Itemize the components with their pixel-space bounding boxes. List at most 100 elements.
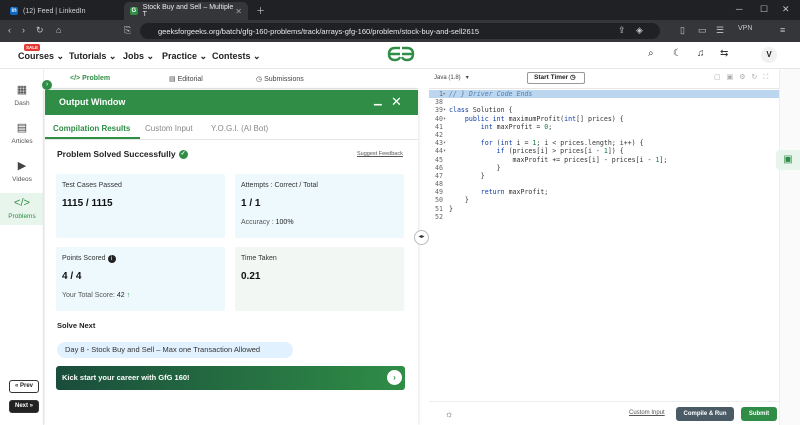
- rail-item-problems[interactable]: </> Problems: [0, 193, 44, 225]
- theme-toggle-icon[interactable]: ☾: [673, 48, 682, 59]
- submit-button[interactable]: Submit: [741, 407, 777, 421]
- menu-icon[interactable]: ≡: [780, 25, 785, 35]
- gfg-logo[interactable]: [386, 45, 416, 63]
- resize-handle[interactable]: ◂▸: [414, 230, 429, 245]
- line-number: 39: [435, 106, 443, 115]
- nav-tutorials[interactable]: Tutorials ⌄: [69, 51, 116, 62]
- extensions-icon[interactable]: ☰: [716, 25, 724, 36]
- next-button[interactable]: Next »: [9, 400, 39, 413]
- code-line[interactable]: 42: [429, 131, 779, 139]
- fold-icon[interactable]: ▾: [443, 106, 448, 114]
- nav-practice[interactable]: Practice ⌄: [162, 51, 207, 62]
- code-line[interactable]: 39 ▾ class Solution {: [429, 106, 779, 114]
- close-tab-icon[interactable]: ✕: [235, 7, 242, 16]
- code-line[interactable]: 45 maxProfit += prices[i] - prices[i - 1…: [429, 156, 779, 164]
- output-window-title: Output Window: [59, 97, 126, 107]
- notification-icon[interactable]: ♫: [697, 48, 705, 59]
- code-text: public int maximumProfit(int[] prices) {: [464, 114, 624, 123]
- code-line[interactable]: 40 ▾ public int maximumProfit(int[] price…: [429, 115, 779, 123]
- code-line[interactable]: 50 }: [429, 196, 779, 204]
- home-icon[interactable]: ⌂: [56, 25, 61, 35]
- fold-icon[interactable]: ▾: [443, 115, 448, 123]
- rail-item-articles[interactable]: ▤ Articles: [0, 121, 44, 151]
- code-line[interactable]: 49 return maxProfit;: [429, 188, 779, 196]
- time-label: Time Taken: [241, 255, 277, 262]
- tab-gfg[interactable]: G Stock Buy and Sell – Multiple T ✕: [124, 2, 248, 20]
- forward-icon[interactable]: ›: [22, 25, 25, 35]
- code-area[interactable]: 1 ▸// } Driver Code Ends 38 39 ▾ class Soluti…: [429, 90, 779, 221]
- code-line[interactable]: 46 }: [429, 164, 779, 172]
- start-timer-button[interactable]: Start Timer ◷: [527, 72, 585, 84]
- tab-yogi-ai-bot[interactable]: Y.O.G.I. (AI Bot): [211, 124, 268, 133]
- code-line[interactable]: 38: [429, 98, 779, 106]
- nav-courses[interactable]: Courses ⌄: [18, 51, 64, 62]
- minimize-icon[interactable]: ─: [736, 4, 742, 14]
- line-number: 44: [435, 147, 443, 156]
- code-line[interactable]: 43 ▾ for (int i = 1; i < prices.length; i…: [429, 139, 779, 147]
- search-icon[interactable]: ⌕: [648, 48, 654, 59]
- code-text: }: [449, 171, 485, 180]
- next-problem-link[interactable]: Day 8 - Stock Buy and Sell – Max one Tra…: [57, 342, 293, 358]
- custom-input-link[interactable]: Custom Input: [629, 410, 665, 416]
- fold-icon[interactable]: ▸: [443, 90, 448, 98]
- points-label: Points Scored i: [62, 255, 116, 263]
- dashboard-icon: ▦: [16, 84, 28, 96]
- code-line[interactable]: 51}: [429, 205, 779, 213]
- tab-editorial[interactable]: ▤ Editorial: [169, 75, 203, 83]
- code-line[interactable]: 1 ▸// } Driver Code Ends: [429, 90, 779, 99]
- editor-action-icons[interactable]: ▢▣⚙↻⛶: [714, 73, 774, 82]
- code-text: if (prices[i] > prices[i - 1]) {: [496, 147, 624, 156]
- avatar[interactable]: V: [761, 47, 777, 63]
- rail-label: Problems: [8, 213, 36, 220]
- tab-linkedin[interactable]: in (12) Feed | LinkedIn: [4, 2, 122, 20]
- status-heading: Problem Solved Successfully ✓: [57, 149, 188, 160]
- close-output-icon[interactable]: ✕: [391, 94, 402, 110]
- bookmark-icon[interactable]: ⎘: [124, 25, 131, 36]
- nav-contests[interactable]: Contests ⌄: [212, 51, 261, 62]
- close-window-icon[interactable]: ✕: [782, 4, 790, 15]
- rail-item-dash[interactable]: ▦ Dash: [0, 83, 44, 113]
- wallet-icon[interactable]: ▭: [698, 25, 707, 36]
- code-line[interactable]: 48: [429, 180, 779, 188]
- rail-label: Dash: [14, 100, 30, 107]
- sun-icon[interactable]: ☼: [445, 409, 453, 419]
- tab-submissions[interactable]: ◷ Submissions: [256, 75, 304, 83]
- vpn-label[interactable]: VPN: [738, 25, 752, 32]
- solve-next-heading: Solve Next: [57, 321, 96, 330]
- nav-jobs[interactable]: Jobs ⌄: [123, 51, 154, 62]
- chat-icon[interactable]: ▣: [776, 150, 800, 170]
- fold-icon[interactable]: ▾: [443, 147, 448, 155]
- code-line[interactable]: 47 }: [429, 172, 779, 180]
- reload-icon[interactable]: ↻: [36, 25, 44, 36]
- arrow-right-icon[interactable]: ›: [387, 370, 402, 385]
- code-text: maxProfit += prices[i] - prices[i - 1];: [449, 155, 668, 164]
- code-editor-panel: Java (1.8) ▾ Start Timer ◷ ▢▣⚙↻⛶ 1 ▸// } …: [429, 69, 779, 425]
- code-line[interactable]: 41 int maxProfit = 0;: [429, 123, 779, 131]
- gfg160-banner[interactable]: Kick start your career with GfG 160! ›: [56, 366, 405, 390]
- code-line[interactable]: 52: [429, 213, 779, 221]
- suggest-feedback-link[interactable]: Suggest Feedback: [357, 151, 403, 157]
- tab-label: (12) Feed | LinkedIn: [23, 7, 86, 15]
- brave-shield-icon[interactable]: ◈: [636, 25, 643, 36]
- sale-badge: SALE: [24, 44, 41, 51]
- tab-custom-input[interactable]: Custom Input: [145, 124, 193, 133]
- rail-item-videos[interactable]: ▶ Videos: [0, 159, 44, 189]
- tab-compilation-results[interactable]: Compilation Results: [53, 124, 130, 133]
- maximize-icon[interactable]: ☐: [760, 4, 768, 15]
- time-card: Time Taken 0.21: [235, 247, 404, 311]
- attempts-card: Attempts : Correct / Total 1 / 1 Accurac…: [235, 174, 404, 238]
- sidebar-icon[interactable]: ▯: [680, 25, 685, 36]
- share-icon[interactable]: ⇪: [618, 25, 626, 36]
- compile-run-button[interactable]: Compile & Run: [676, 407, 734, 421]
- expand-icon[interactable]: ›: [42, 80, 52, 90]
- tab-problem[interactable]: </> Problem: [70, 75, 110, 82]
- minimize-output-icon[interactable]: ▁: [374, 95, 382, 106]
- fold-icon[interactable]: ▾: [443, 139, 448, 147]
- translate-icon[interactable]: ⇆: [720, 48, 728, 59]
- code-line[interactable]: 44 ▾ if (prices[i] > prices[i - 1]) {: [429, 147, 779, 155]
- language-select[interactable]: Java (1.8) ▾: [434, 74, 469, 81]
- prev-button[interactable]: « Prev: [9, 380, 39, 393]
- new-tab-icon[interactable]: ＋: [256, 4, 265, 17]
- url-input[interactable]: geeksforgeeks.org/batch/gfg-160-problems…: [140, 23, 660, 39]
- back-icon[interactable]: ‹: [8, 25, 11, 35]
